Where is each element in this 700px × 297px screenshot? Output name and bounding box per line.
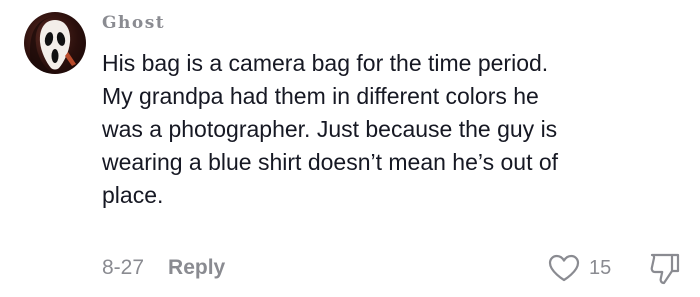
thumbs-down-outline-icon <box>650 253 680 285</box>
avatar[interactable] <box>24 12 86 74</box>
ghostface-mask-icon <box>30 17 76 74</box>
reply-button[interactable]: Reply <box>168 256 225 280</box>
like-button[interactable]: 15 <box>547 253 611 283</box>
comment-text-line: His bag is a camera bag for the time per… <box>102 50 549 76</box>
comment-text-line: wearing a blue shirt doesn’t mean he’s o… <box>102 149 559 175</box>
comment-item: Ghost His bag is a camera bag for the ti… <box>0 0 700 297</box>
comment-date: 8-27 <box>102 256 145 279</box>
like-count: 15 <box>589 256 612 279</box>
dislike-button[interactable] <box>648 250 682 286</box>
comment-text: His bag is a camera bag for the time per… <box>102 47 687 212</box>
heart-outline-icon <box>548 254 580 282</box>
comment-text-line: was a photographer. Just because the guy… <box>102 116 558 142</box>
comment-meta: 8-27 Reply <box>102 253 225 283</box>
comment-text-line: place. <box>102 182 164 208</box>
comment-text-line: My grandpa had them in different colors … <box>102 83 539 109</box>
username[interactable]: Ghost <box>102 11 165 35</box>
